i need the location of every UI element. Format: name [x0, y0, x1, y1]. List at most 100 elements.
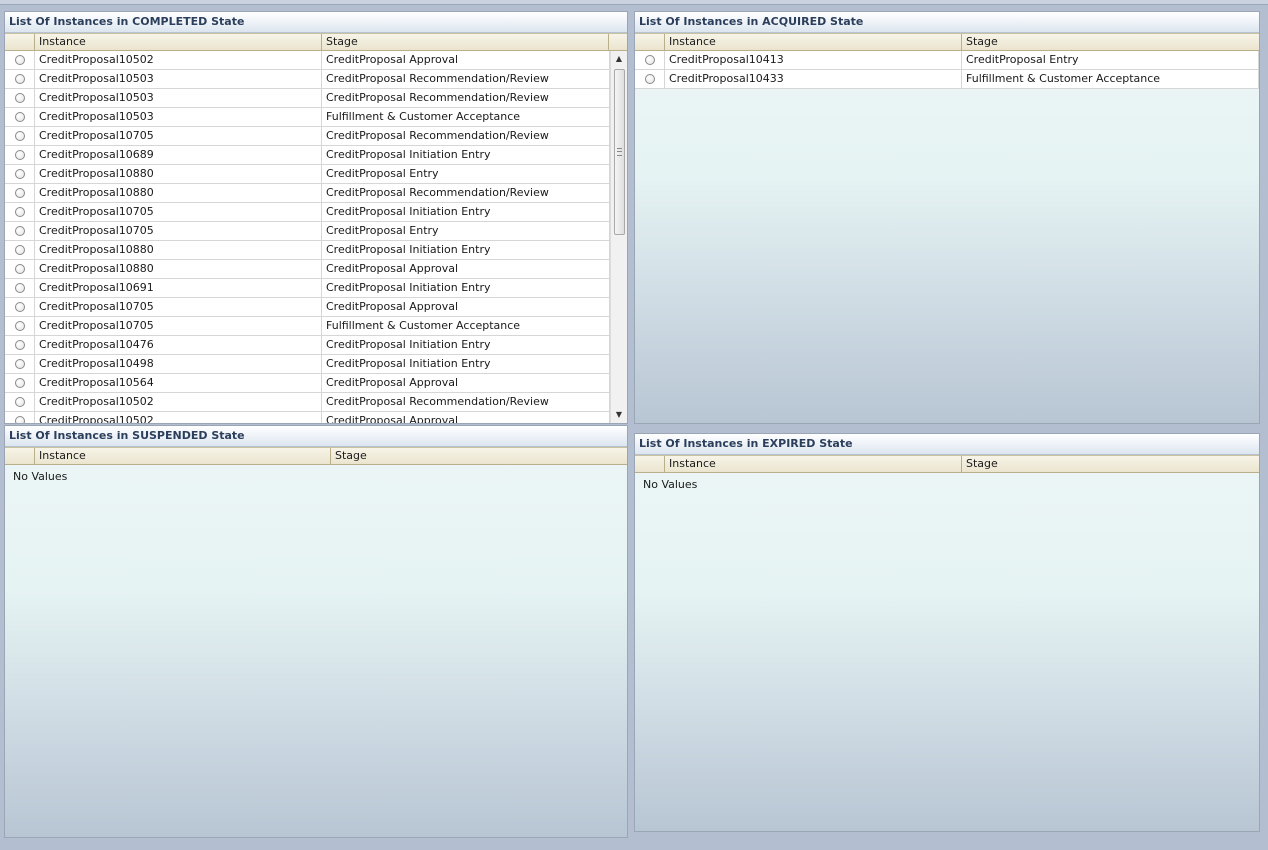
completed-table-body: CreditProposal10502 CreditProposal Approv… — [5, 51, 627, 423]
acquired-table-header: Instance Stage — [635, 33, 1259, 51]
select-column-header — [5, 34, 35, 50]
scroll-thumb[interactable] — [614, 69, 625, 235]
instance-column-header[interactable]: Instance — [665, 456, 962, 472]
row-select-radio[interactable] — [14, 55, 25, 65]
top-bar — [0, 0, 1268, 5]
table-row[interactable]: CreditProposal10705 CreditProposal Initia… — [5, 203, 610, 222]
row-select-radio[interactable] — [14, 188, 25, 198]
stage-cell: CreditProposal Approval — [322, 412, 610, 423]
table-row[interactable]: CreditProposal10691 CreditProposal Initia… — [5, 279, 610, 298]
table-row[interactable]: CreditProposal10433 Fulfillment & Custome… — [635, 70, 1259, 89]
acquired-instances-panel: List Of Instances in ACQUIRED State Inst… — [634, 11, 1260, 424]
table-row[interactable]: CreditProposal10880 CreditProposal Recomm… — [5, 184, 610, 203]
table-row[interactable]: CreditProposal10705 CreditProposal Entry — [5, 222, 610, 241]
table-row[interactable]: CreditProposal10413 CreditProposal Entry — [635, 51, 1259, 70]
table-row[interactable]: CreditProposal10503 CreditProposal Recomm… — [5, 89, 610, 108]
stage-cell: CreditProposal Entry — [962, 51, 1259, 69]
table-row[interactable]: CreditProposal10564 CreditProposal Approv… — [5, 374, 610, 393]
table-row[interactable]: CreditProposal10502 CreditProposal Approv… — [5, 51, 610, 70]
instance-column-header[interactable]: Instance — [35, 34, 322, 50]
table-row[interactable]: CreditProposal10705 CreditProposal Recomm… — [5, 127, 610, 146]
table-row[interactable]: CreditProposal10502 CreditProposal Approv… — [5, 412, 610, 423]
table-row[interactable]: CreditProposal10503 Fulfillment & Custome… — [5, 108, 610, 127]
instance-cell: CreditProposal10503 — [35, 108, 322, 126]
stage-column-header[interactable]: Stage — [962, 456, 1259, 472]
table-row[interactable]: CreditProposal10880 CreditProposal Approv… — [5, 260, 610, 279]
row-select-radio[interactable] — [14, 397, 25, 407]
table-row[interactable]: CreditProposal10689 CreditProposal Initia… — [5, 146, 610, 165]
instance-cell: CreditProposal10502 — [35, 412, 322, 423]
instance-cell: CreditProposal10503 — [35, 70, 322, 88]
row-select-cell — [5, 222, 35, 240]
table-row[interactable]: CreditProposal10498 CreditProposal Initia… — [5, 355, 610, 374]
row-select-radio[interactable] — [644, 55, 655, 65]
stage-cell: CreditProposal Approval — [322, 374, 610, 392]
completed-rows: CreditProposal10502 CreditProposal Approv… — [5, 51, 610, 423]
stage-cell: CreditProposal Entry — [322, 165, 610, 183]
row-select-radio[interactable] — [14, 264, 25, 274]
instance-cell: CreditProposal10880 — [35, 260, 322, 278]
completed-scrollbar[interactable]: ▲ ▼ — [610, 51, 627, 423]
row-select-radio[interactable] — [644, 74, 655, 84]
select-column-header — [635, 456, 665, 472]
row-select-radio[interactable] — [14, 340, 25, 350]
table-row[interactable]: CreditProposal10880 CreditProposal Entry — [5, 165, 610, 184]
row-select-cell — [5, 89, 35, 107]
scroll-down-arrow-icon[interactable]: ▼ — [611, 407, 627, 423]
row-select-radio[interactable] — [14, 416, 25, 423]
table-row[interactable]: CreditProposal10880 CreditProposal Initia… — [5, 241, 610, 260]
row-select-radio[interactable] — [14, 112, 25, 122]
stage-cell: CreditProposal Approval — [322, 298, 610, 316]
instance-cell: CreditProposal10705 — [35, 127, 322, 145]
instance-cell: CreditProposal10880 — [35, 184, 322, 202]
expired-instances-panel: List Of Instances in EXPIRED State Insta… — [634, 433, 1260, 832]
instance-cell: CreditProposal10705 — [35, 317, 322, 335]
row-select-radio[interactable] — [14, 226, 25, 236]
acquired-table-body: CreditProposal10413 CreditProposal Entry C… — [635, 51, 1259, 89]
row-select-radio[interactable] — [14, 150, 25, 160]
row-select-radio[interactable] — [14, 302, 25, 312]
suspended-panel-title: List Of Instances in SUSPENDED State — [5, 426, 627, 447]
select-column-header — [5, 448, 35, 464]
instance-cell: CreditProposal10689 — [35, 146, 322, 164]
instance-cell: CreditProposal10503 — [35, 89, 322, 107]
row-select-cell — [5, 279, 35, 297]
row-select-radio[interactable] — [14, 207, 25, 217]
row-select-cell — [5, 374, 35, 392]
row-select-radio[interactable] — [14, 245, 25, 255]
instance-column-header[interactable]: Instance — [665, 34, 962, 50]
table-row[interactable]: CreditProposal10502 CreditProposal Recomm… — [5, 393, 610, 412]
row-select-cell — [635, 70, 665, 88]
table-row[interactable]: CreditProposal10503 CreditProposal Recomm… — [5, 70, 610, 89]
scrollbar-header-spacer — [609, 34, 627, 50]
instance-cell: CreditProposal10705 — [35, 298, 322, 316]
row-select-radio[interactable] — [14, 378, 25, 388]
row-select-cell — [5, 70, 35, 88]
stage-column-header[interactable]: Stage — [962, 34, 1259, 50]
stage-cell: Fulfillment & Customer Acceptance — [322, 108, 610, 126]
instance-cell: CreditProposal10691 — [35, 279, 322, 297]
instance-cell: CreditProposal10476 — [35, 336, 322, 354]
row-select-cell — [5, 355, 35, 373]
row-select-cell — [5, 336, 35, 354]
row-select-radio[interactable] — [14, 321, 25, 331]
row-select-radio[interactable] — [14, 93, 25, 103]
row-select-radio[interactable] — [14, 283, 25, 293]
row-select-radio[interactable] — [14, 169, 25, 179]
row-select-cell — [5, 127, 35, 145]
scroll-up-arrow-icon[interactable]: ▲ — [611, 51, 627, 67]
stage-column-header[interactable]: Stage — [322, 34, 609, 50]
row-select-radio[interactable] — [14, 74, 25, 84]
row-select-radio[interactable] — [14, 131, 25, 141]
row-select-cell — [5, 184, 35, 202]
instance-column-header[interactable]: Instance — [35, 448, 331, 464]
table-row[interactable]: CreditProposal10476 CreditProposal Initia… — [5, 336, 610, 355]
instance-cell: CreditProposal10705 — [35, 222, 322, 240]
row-select-radio[interactable] — [14, 359, 25, 369]
suspended-table-header: Instance Stage — [5, 447, 627, 465]
stage-column-header[interactable]: Stage — [331, 448, 627, 464]
stage-cell: CreditProposal Initiation Entry — [322, 203, 610, 221]
table-row[interactable]: CreditProposal10705 CreditProposal Approv… — [5, 298, 610, 317]
table-row[interactable]: CreditProposal10705 Fulfillment & Custome… — [5, 317, 610, 336]
row-select-cell — [5, 241, 35, 259]
